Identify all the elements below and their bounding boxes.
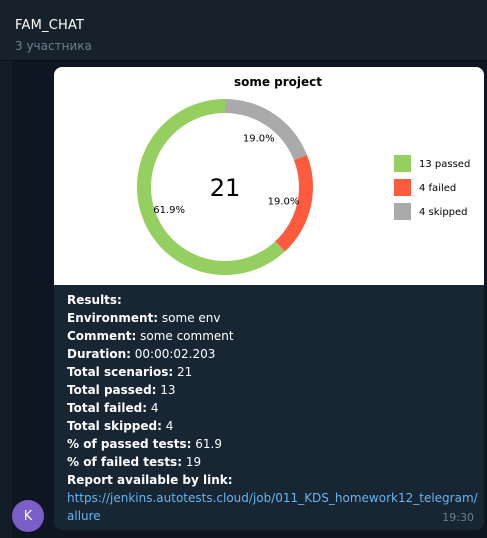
- message-line-label: Comment:: [67, 329, 137, 343]
- message-line-value: 19: [182, 455, 202, 469]
- legend-swatch: [394, 155, 411, 172]
- message-line-value: 21: [173, 365, 193, 379]
- message-line: % of failed tests: 19: [67, 453, 479, 471]
- message-line-label: Duration:: [67, 347, 131, 361]
- donut-slice: [225, 99, 307, 160]
- chart-title: some project: [234, 75, 322, 89]
- message-line: Results:: [67, 291, 479, 309]
- sender-avatar[interactable]: K: [12, 500, 44, 532]
- chat-list-edge: [0, 61, 12, 538]
- legend-swatch: [394, 203, 411, 220]
- legend-swatch: [394, 179, 411, 196]
- message-line: Total failed: 4: [67, 399, 479, 417]
- message-line-label: Results:: [67, 293, 122, 307]
- message-line-value: 4: [147, 401, 159, 415]
- message-time: 19:30: [442, 511, 474, 524]
- message-line: Total skipped: 4: [67, 417, 479, 435]
- message-text: Results: Environment: some env Comment: so…: [67, 291, 479, 525]
- message-line-label: Total scenarios:: [67, 365, 174, 379]
- legend-label: 13 passed: [419, 159, 470, 170]
- message-line-label: Environment:: [67, 311, 159, 325]
- slice-percent-label: 61.9%: [153, 205, 185, 216]
- message-line-value: some comment: [136, 329, 234, 343]
- report-link[interactable]: https://jenkins.autotests.cloud/job/011_…: [67, 489, 479, 525]
- message-line-label: % of passed tests:: [67, 437, 192, 451]
- chart-center-total: 21: [210, 174, 241, 202]
- message-lines: Results: Environment: some env Comment: so…: [67, 291, 479, 489]
- message-line-value: 61.9: [191, 437, 222, 451]
- message-line: Duration: 00:00:02.203: [67, 345, 479, 363]
- message-line: % of passed tests: 61.9: [67, 435, 479, 453]
- legend-label: 4 failed: [419, 183, 456, 194]
- message-line-label: % of failed tests:: [67, 455, 182, 469]
- legend-label: 4 skipped: [419, 207, 468, 218]
- message-line-label: Report available by link:: [67, 473, 233, 487]
- message-bubble[interactable]: 61.9% 19.0% 19.0% some project 21 13 passed 4 …: [54, 67, 484, 530]
- slice-percent-label: 19.0%: [243, 133, 275, 144]
- message-line: Environment: some env: [67, 309, 479, 327]
- donut-chart: 61.9% 19.0% 19.0% some project 21 13 passed 4 …: [137, 75, 470, 275]
- chat-member-count: 3 участника: [15, 39, 92, 53]
- message-line-label: Total passed:: [67, 383, 157, 397]
- message-line-value: some env: [158, 311, 221, 325]
- message-line: Total passed: 13: [67, 381, 479, 399]
- message-line-value: 13: [156, 383, 176, 397]
- message-line-value: 00:00:02.203: [130, 347, 216, 361]
- message-line: Report available by link:: [67, 471, 479, 489]
- chat-title[interactable]: FAM_CHAT: [15, 18, 84, 33]
- message-line-label: Total failed:: [67, 401, 148, 415]
- slice-percent-label: 19.0%: [268, 196, 300, 207]
- chat-header[interactable]: FAM_CHAT 3 участника: [0, 4, 487, 61]
- message-line: Comment: some comment: [67, 327, 479, 345]
- message-line: Total scenarios: 21: [67, 363, 479, 381]
- chart-image[interactable]: 61.9% 19.0% 19.0% some project 21 13 passed 4 …: [54, 67, 484, 285]
- message-line-value: 4: [161, 419, 174, 433]
- message-line-label: Total skipped:: [67, 419, 162, 433]
